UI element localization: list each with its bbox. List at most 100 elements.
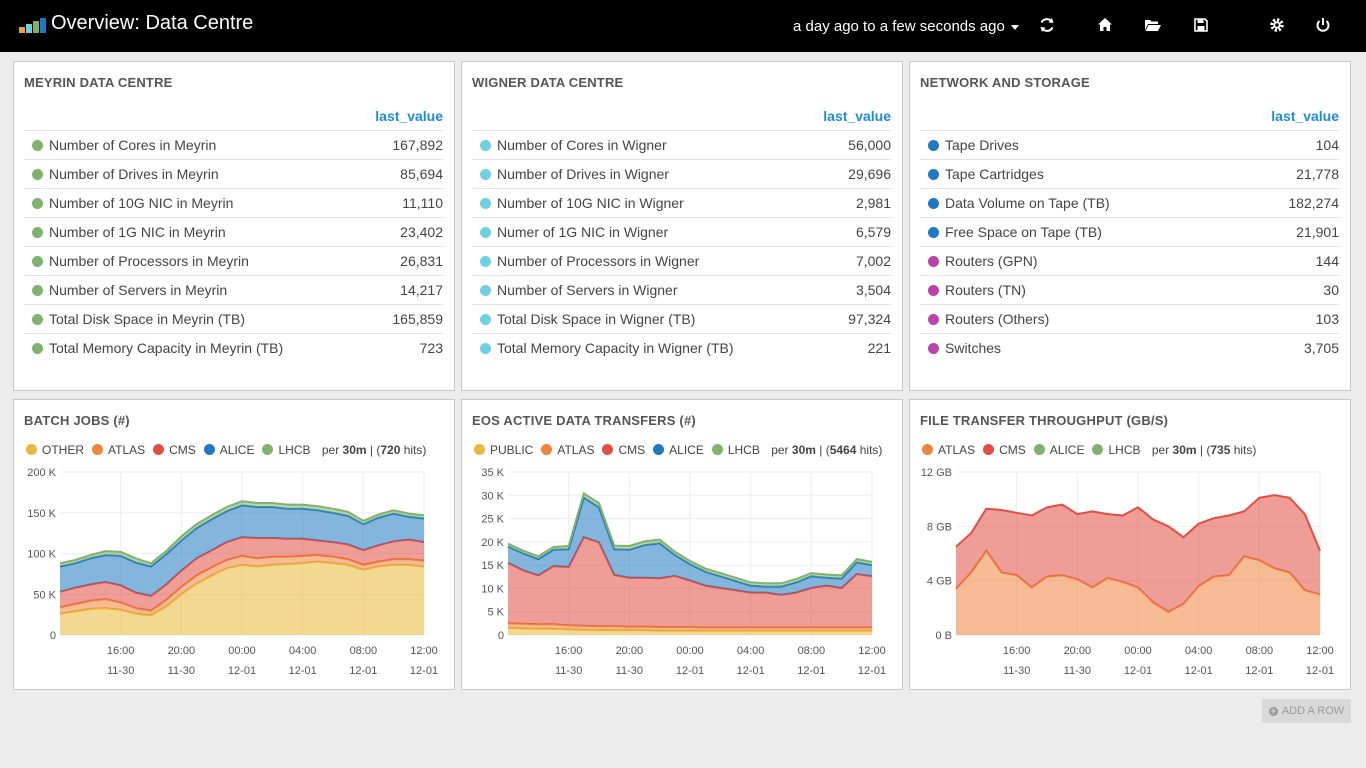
panel-title[interactable]: FILE TRANSFER THROUGHPUT (GB/S) (920, 413, 1168, 428)
time-range-label: a day ago to a few seconds ago (793, 18, 1005, 35)
legend-interval: per 30m | (735 hits) (1151, 443, 1257, 457)
row-label: Number of Processors in Wigner (497, 253, 700, 269)
refresh-icon[interactable] (1038, 16, 1056, 34)
legend-item[interactable]: OTHER (26, 443, 84, 457)
x-tick-date-label: 12-01 (228, 665, 256, 677)
panel-title[interactable]: WIGNER DATA CENTRE (472, 75, 623, 90)
row-label: Routers (GPN) (945, 253, 1038, 269)
last-value-column-header[interactable]: last_value (375, 108, 443, 124)
row-value: 29,696 (848, 166, 891, 182)
legend-item[interactable]: ATLAS (922, 443, 975, 457)
x-tick-date-label: 12-01 (858, 665, 886, 677)
x-tick-label: 08:00 (798, 645, 826, 657)
legend-item[interactable]: CMS (153, 443, 196, 457)
legend-dot (203, 444, 215, 455)
x-tick-label: 00:00 (676, 645, 704, 657)
legend-item[interactable]: LHCB (262, 443, 311, 457)
legend-item[interactable]: ALICE (653, 443, 704, 457)
table-row: Number of 10G NIC in Meyrin 11,110 (24, 188, 443, 217)
x-tick-label: 16:00 (107, 645, 135, 657)
legend-item[interactable]: ATLAS (541, 443, 594, 457)
x-tick-label: 00:00 (1124, 645, 1152, 657)
batch-jobs-panel: BATCH JOBS (#) OTHER ATLAS CMS ALICE LHCB pe… (13, 399, 455, 690)
row-value: 23,402 (400, 224, 443, 240)
legend-item[interactable]: PUBLIC (474, 443, 533, 457)
legend-item[interactable]: ATLAS (92, 443, 145, 457)
row-value: 21,778 (1296, 166, 1339, 182)
y-tick-label: 100 K (27, 549, 56, 561)
row-label: Number of 1G NIC in Meyrin (49, 224, 226, 240)
add-row-label: ADD A ROW (1281, 705, 1345, 717)
x-tick-label: 12:00 (1306, 645, 1334, 657)
table-row: Switches 3,705 (920, 333, 1339, 362)
series-color-dot (928, 343, 939, 354)
y-tick-label: 30 K (481, 490, 504, 502)
legend-label: CMS (999, 443, 1026, 457)
power-icon[interactable] (1314, 16, 1332, 34)
legend-item[interactable]: LHCB (1092, 443, 1141, 457)
table-row: Number of Drives in Wigner 29,696 (472, 159, 891, 188)
row-value: 85,694 (400, 166, 443, 182)
batch-jobs-chart[interactable]: 0 50 K 100 K 150 K 200 K 16:00 11-30 20:00 11-30… (14, 464, 454, 684)
file-transfer-chart[interactable]: 0 B 4 GB 8 GB 12 GB 16:00 11-30 20:00 11-30 00:0… (910, 464, 1350, 684)
x-tick-label: 04:00 (289, 645, 317, 657)
legend-label: ATLAS (557, 443, 595, 457)
legend-dot (922, 444, 933, 455)
x-tick-label: 20:00 (616, 645, 644, 657)
row-label: Total Memory Capacity in Meyrin (TB) (49, 340, 284, 356)
y-tick-label: 5 K (487, 607, 504, 619)
panel-title[interactable]: BATCH JOBS (#) (24, 413, 130, 428)
series-color-dot (32, 198, 43, 209)
legend-item[interactable]: ALICE (1033, 443, 1085, 457)
series-color-dot (32, 169, 43, 180)
panel-title[interactable]: MEYRIN DATA CENTRE (24, 75, 173, 90)
legend-label: ALICE (1049, 443, 1085, 457)
chart-legend: PUBLIC ATLAS CMS ALICE LHCB per 30m | (5464 … (474, 443, 882, 457)
y-tick-label: 0 (498, 630, 504, 642)
last-value-column-header[interactable]: last_value (1271, 108, 1339, 124)
legend-dot (541, 444, 553, 455)
panel-title[interactable]: NETWORK AND STORAGE (920, 75, 1090, 90)
row-label: Numer of 1G NIC in Wigner (497, 224, 669, 240)
chart-legend: OTHER ATLAS CMS ALICE LHCB per 30m | (720 hi… (26, 443, 426, 457)
legend-label: LHCB (1108, 443, 1141, 457)
row-label: Tape Cartridges (945, 166, 1044, 182)
table-row: Tape Cartridges 21,778 (920, 159, 1339, 188)
panel-title[interactable]: EOS ACTIVE DATA TRANSFERS (#) (472, 413, 696, 428)
row-label: Total Disk Space in Meyrin (TB) (49, 311, 246, 327)
time-range-picker[interactable]: a day ago to a few seconds ago (793, 18, 1019, 35)
grafana-logo-icon[interactable] (19, 16, 47, 34)
y-tick-label: 150 K (27, 508, 56, 520)
add-row-button[interactable]: + ADD A ROW (1262, 699, 1351, 723)
legend-item[interactable]: CMS (602, 443, 645, 457)
home-icon[interactable] (1096, 16, 1114, 34)
x-tick-label: 08:00 (1246, 645, 1274, 657)
last-value-column-header[interactable]: last_value (823, 108, 891, 124)
eos-transfers-chart[interactable]: 0 5 K 10 K 15 K 20 K 25 K 30 K 35 K 16:00 11-30 20… (462, 464, 902, 684)
row-value: 165,859 (392, 311, 443, 327)
x-tick-date-label: 12-01 (1306, 665, 1334, 677)
y-tick-label: 12 GB (921, 467, 952, 479)
file-transfer-panel: FILE TRANSFER THROUGHPUT (GB/S) ATLAS CMS… (909, 399, 1351, 690)
row-value: 3,705 (1303, 340, 1339, 356)
legend-item[interactable]: LHCB (711, 443, 760, 457)
row-label: Free Space on Tape (TB) (945, 224, 1102, 240)
row-label: Routers (Others) (945, 311, 1050, 327)
legend-item[interactable]: CMS (983, 443, 1026, 457)
x-tick-date-label: 11-30 (168, 665, 195, 677)
save-icon[interactable] (1192, 16, 1210, 34)
legend-item[interactable]: ALICE (203, 443, 254, 457)
legend-interval: per 30m | (720 hits) (321, 443, 427, 457)
dashboard-title[interactable]: Overview: Data Centre (51, 12, 253, 35)
x-tick-date-label: 12-01 (737, 665, 765, 677)
gear-icon[interactable] (1268, 16, 1286, 34)
meyrin-panel: MEYRIN DATA CENTRE last_value Number of … (13, 61, 455, 391)
table-row: Number of Drives in Meyrin 85,694 (24, 159, 443, 188)
table-row: Number of 10G NIC in Wigner 2,981 (472, 188, 891, 217)
series-color-dot (928, 227, 939, 238)
legend-label: CMS (169, 443, 196, 457)
x-tick-label: 08:00 (350, 645, 378, 657)
folder-open-icon[interactable] (1144, 16, 1162, 34)
row-label: Number of Processors in Meyrin (49, 253, 249, 269)
chart-legend: ATLAS CMS ALICE LHCB per 30m | (735 hits) (922, 443, 1256, 457)
